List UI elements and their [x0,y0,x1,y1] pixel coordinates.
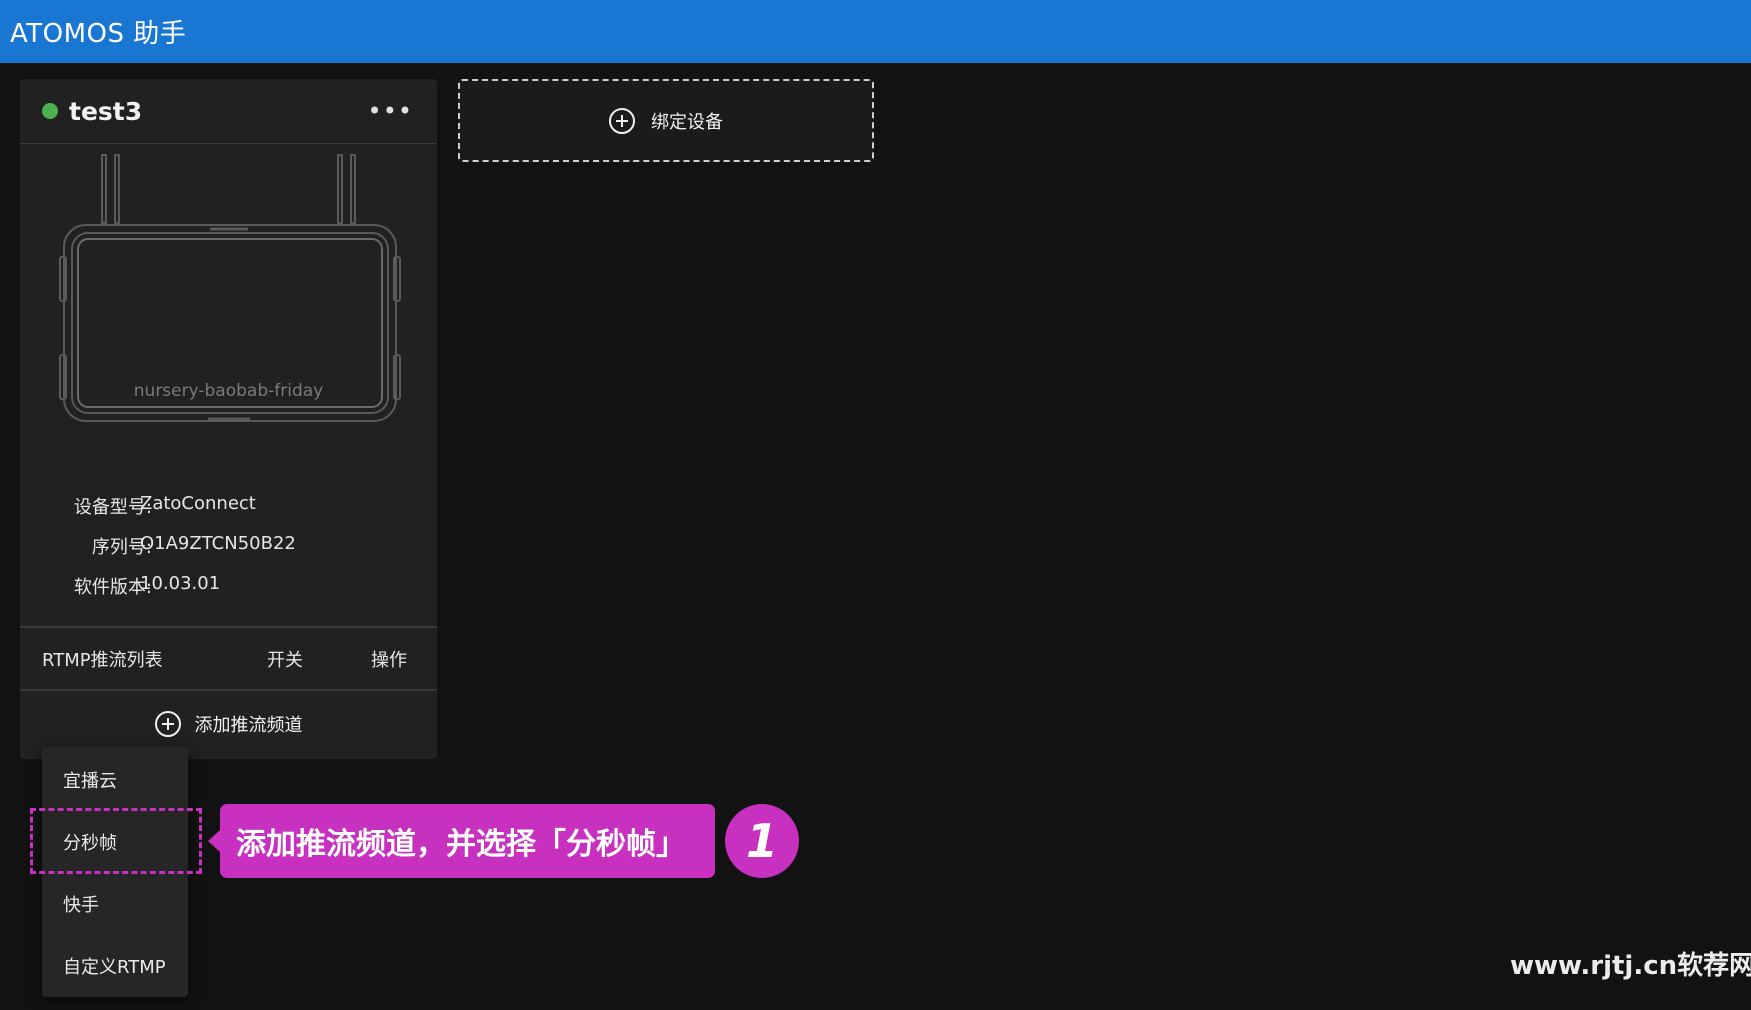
step-number-badge: 1 [725,804,799,878]
device-card: test3 ••• nursery-baobab-friday 设备型号: Za… [20,79,437,759]
rtmp-list-column: RTMP推流列表 [42,650,163,671]
bind-device-label: 绑定设备 [651,111,723,133]
firmware-value: 10.03.01 [140,573,221,594]
add-circle-icon [609,107,635,134]
monitor-device-icon [59,154,401,422]
device-illustration: nursery-baobab-friday [20,145,437,525]
device-name: test3 [69,96,143,126]
online-status-icon [42,103,58,119]
rtmp-table-header: RTMP推流列表 开关 操作 [20,628,437,688]
model-value: ZatoConnect [140,493,256,514]
menu-item-kuaishou[interactable]: 快手 [63,891,99,917]
callout-text: 添加推流频道，并选择「分秒帧」 [236,827,686,862]
more-options-icon[interactable]: ••• [366,95,415,127]
rtmp-action-column: 操作 [371,650,407,671]
add-channel-label: 添加推流频道 [194,715,303,736]
menu-item-yibo-cloud[interactable]: 宜播云 [63,767,117,793]
watermark: www.rjtj.cn软荐网 [1510,951,1751,981]
device-screen-label: nursery-baobab-friday [133,381,324,401]
app-title: ATOMOS 助手 [10,19,187,49]
bind-device-button[interactable]: 绑定设备 [458,79,874,162]
instruction-callout: 添加推流频道，并选择「分秒帧」 [208,804,715,878]
menu-item-custom-rtmp[interactable]: 自定义RTMP [63,953,166,979]
highlight-frame [30,808,202,874]
rtmp-switch-column: 开关 [267,650,303,671]
app-header: ATOMOS 助手 [0,0,1751,63]
device-card-header: test3 ••• [20,79,437,144]
add-circle-icon [154,711,181,737]
serial-value: O1A9ZTCN50B22 [140,533,296,554]
step-number: 1 [745,814,778,868]
